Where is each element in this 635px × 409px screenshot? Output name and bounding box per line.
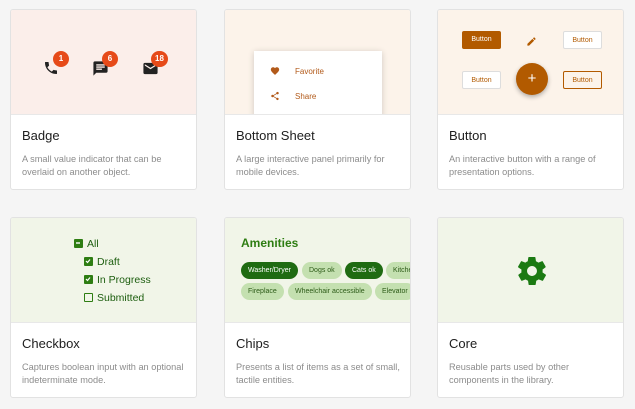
chip[interactable]: Cats ok xyxy=(345,262,383,279)
badge-count: 18 xyxy=(151,51,168,67)
sheet-item-label: Share xyxy=(295,92,317,101)
card-description: A small value indicator that can be over… xyxy=(22,154,162,177)
card-description: A large interactive panel primarily for … xyxy=(236,154,385,177)
checkbox-checked[interactable] xyxy=(84,257,93,266)
bottom-sheet-panel: Favorite Share xyxy=(254,51,382,114)
card-badge[interactable]: 1 6 18 Badge A small value indicator tha… xyxy=(10,9,197,190)
chip[interactable]: Dogs ok xyxy=(302,262,342,279)
badge-preview: 1 6 18 xyxy=(11,10,196,115)
chip[interactable]: Elevator xyxy=(375,283,410,300)
gear-icon xyxy=(515,254,549,293)
checkbox-indeterminate[interactable] xyxy=(74,239,83,248)
card-button[interactable]: Button Button Button + Button Button An … xyxy=(437,9,624,190)
card-description: Presents a list of items as a set of sma… xyxy=(236,362,400,385)
card-core[interactable]: Core Reusable parts used by other compon… xyxy=(437,217,624,398)
checkbox-checked[interactable] xyxy=(84,275,93,284)
card-title: Button xyxy=(449,128,487,143)
card-chips[interactable]: Amenities Washer/Dryer Dogs ok Cats ok K… xyxy=(224,217,411,398)
sheet-item-label: Favorite xyxy=(295,67,324,76)
card-title: Bottom Sheet xyxy=(236,128,315,143)
card-title: Core xyxy=(449,336,478,351)
chip[interactable]: Kitchen xyxy=(386,262,410,279)
bottom-sheet-preview: Favorite Share xyxy=(225,10,410,115)
filled-button[interactable]: Button xyxy=(462,31,501,49)
card-description: Captures boolean input with an optional … xyxy=(22,362,184,385)
fab-add-button[interactable]: + xyxy=(516,63,548,95)
share-icon xyxy=(271,91,279,101)
badge-count: 6 xyxy=(102,51,118,67)
chip[interactable]: Wheelchair accessible xyxy=(288,283,372,300)
checkbox-label: In Progress xyxy=(97,274,151,286)
card-description: Reusable parts used by other components … xyxy=(449,362,570,385)
checkbox-label: Submitted xyxy=(97,292,145,304)
chips-preview: Amenities Washer/Dryer Dogs ok Cats ok K… xyxy=(225,218,410,323)
card-checkbox[interactable]: All Draft In Progress Submitted Checkbox… xyxy=(10,217,197,398)
card-title: Checkbox xyxy=(22,336,80,351)
outlined-button[interactable]: Button xyxy=(563,31,602,49)
checkbox-label: All xyxy=(87,238,99,250)
checkbox-unchecked[interactable] xyxy=(84,293,93,302)
button-preview: Button Button Button + Button xyxy=(438,10,623,115)
card-description: An interactive button with a range of pr… xyxy=(449,154,596,177)
card-title: Badge xyxy=(22,128,60,143)
core-preview xyxy=(438,218,623,323)
stroked-button[interactable]: Button xyxy=(563,71,602,89)
heart-icon xyxy=(270,67,280,75)
chips-heading: Amenities xyxy=(241,236,299,250)
checkbox-label: Draft xyxy=(97,256,120,268)
chip[interactable]: Fireplace xyxy=(241,283,284,300)
chip[interactable]: Washer/Dryer xyxy=(241,262,298,279)
badge-count: 1 xyxy=(53,51,69,67)
card-title: Chips xyxy=(236,336,270,351)
pencil-icon[interactable] xyxy=(526,34,537,52)
outlined-button[interactable]: Button xyxy=(462,71,501,89)
card-bottom-sheet[interactable]: Favorite Share Bottom Sheet A large inte… xyxy=(224,9,411,190)
checkbox-preview: All Draft In Progress Submitted xyxy=(11,218,196,323)
